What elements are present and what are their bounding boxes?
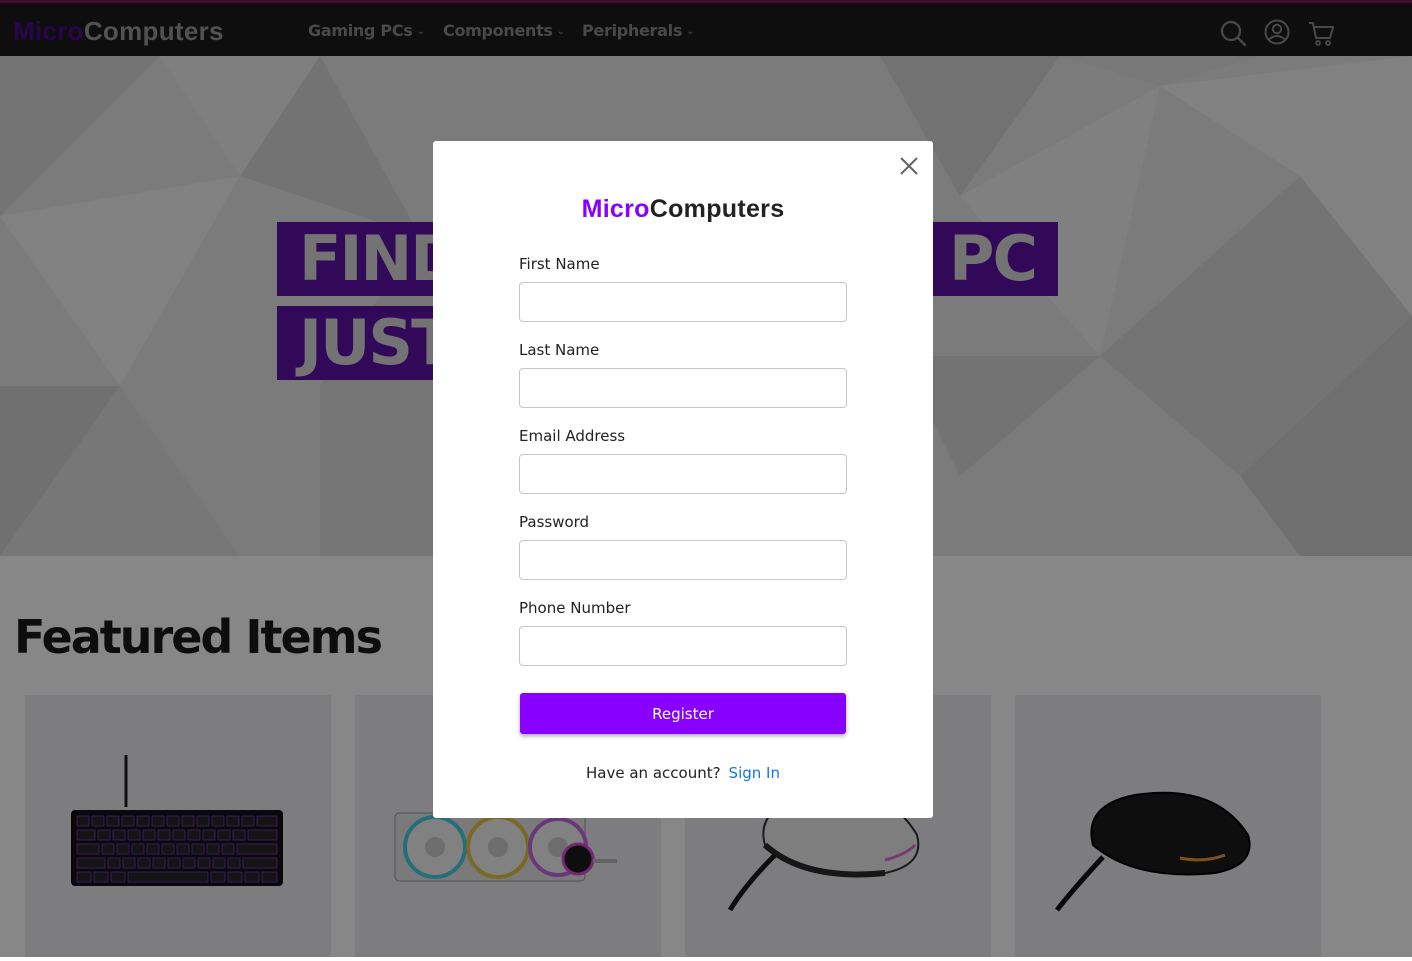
first-name-label: First Name — [519, 255, 600, 273]
last-name-input[interactable] — [519, 368, 847, 408]
password-input[interactable] — [519, 540, 847, 580]
sign-in-link[interactable]: Sign In — [729, 764, 780, 782]
modal-brand-part2: Computers — [649, 195, 785, 223]
last-name-label: Last Name — [519, 341, 600, 359]
account-row: Have an account? Sign In — [433, 764, 933, 782]
register-button[interactable]: Register — [520, 693, 846, 734]
phone-input[interactable] — [519, 626, 847, 666]
first-name-input[interactable] — [519, 282, 847, 322]
email-input[interactable] — [519, 454, 847, 494]
password-label: Password — [519, 513, 590, 531]
email-label: Email Address — [519, 427, 626, 445]
modal-brand-logo: MicroComputers — [433, 195, 933, 224]
modal-brand-part1: Micro — [581, 195, 650, 223]
close-icon[interactable] — [898, 155, 920, 177]
phone-label: Phone Number — [519, 599, 631, 617]
register-modal: MicroComputers First Name Last Name Emai… — [433, 141, 933, 818]
account-prompt: Have an account? — [586, 764, 721, 782]
